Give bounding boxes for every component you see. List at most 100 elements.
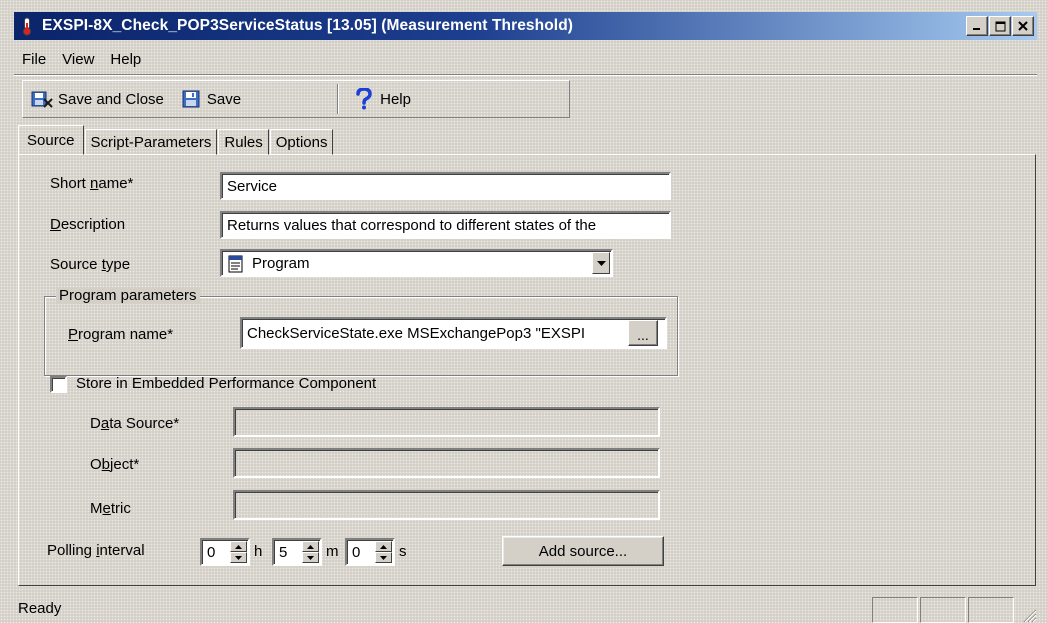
program-parameters-title: Program parameters bbox=[56, 287, 200, 304]
description-value: Returns values that correspond to differ… bbox=[227, 217, 597, 234]
arrow-up-icon bbox=[307, 544, 314, 549]
minutes-up-button[interactable] bbox=[302, 541, 319, 552]
toolbar-divider bbox=[337, 84, 340, 114]
object-label-accel: b bbox=[101, 456, 111, 473]
minimize-button[interactable] bbox=[966, 16, 988, 36]
toolbar: Save and Close Save Help bbox=[22, 80, 570, 118]
close-icon bbox=[1018, 21, 1028, 31]
save-and-close-label: Save and Close bbox=[58, 90, 164, 108]
arrow-up-icon bbox=[235, 544, 242, 549]
maximize-icon bbox=[995, 21, 1005, 31]
polling-label-b: nterval bbox=[99, 542, 145, 559]
menu-view[interactable]: View bbox=[54, 48, 102, 71]
resize-grip-icon[interactable] bbox=[1021, 607, 1037, 623]
maximize-button[interactable] bbox=[989, 16, 1011, 36]
toolbar-separator bbox=[14, 74, 1037, 76]
status-bar: Ready bbox=[14, 594, 1037, 623]
menu-file[interactable]: File bbox=[18, 48, 54, 71]
short-name-label-a: Short bbox=[50, 175, 91, 192]
hours-value: 0 bbox=[207, 544, 216, 561]
arrow-up-icon bbox=[380, 544, 387, 549]
store-embedded-checkbox[interactable] bbox=[50, 376, 67, 393]
help-label: Help bbox=[380, 90, 411, 108]
hours-down-button[interactable] bbox=[230, 552, 247, 563]
data-source-label-b: ta Source* bbox=[109, 415, 180, 432]
description-label: Description bbox=[50, 216, 125, 233]
minutes-value: 5 bbox=[279, 544, 288, 561]
seconds-spinner[interactable]: 0 bbox=[345, 538, 395, 566]
program-name-label-b: rogram name* bbox=[78, 326, 174, 343]
status-pane-3 bbox=[968, 597, 1014, 623]
short-name-label-b: ame* bbox=[98, 175, 134, 192]
seconds-spin-buttons bbox=[375, 541, 392, 563]
title-bar[interactable]: EXSPI-8X_Check_POP3ServiceStatus [13.05]… bbox=[14, 12, 1037, 40]
hours-spinner[interactable]: 0 bbox=[200, 538, 250, 566]
tab-source[interactable]: Source bbox=[18, 125, 84, 155]
object-label: Object* bbox=[90, 456, 139, 473]
hours-up-button[interactable] bbox=[230, 541, 247, 552]
metric-label-b: tric bbox=[110, 500, 131, 517]
source-type-label: Source type bbox=[50, 256, 130, 273]
data-source-label: Data Source* bbox=[90, 415, 179, 432]
floppy-disk-icon bbox=[180, 88, 202, 110]
app-window: EXSPI-8X_Check_POP3ServiceStatus [13.05]… bbox=[0, 0, 1047, 623]
chevron-down-icon bbox=[596, 260, 606, 266]
data-source-input[interactable] bbox=[233, 407, 660, 437]
metric-label-accel: e bbox=[102, 500, 111, 517]
seconds-up-button[interactable] bbox=[375, 541, 392, 552]
polling-interval-label: Polling interval bbox=[47, 542, 145, 559]
hours-spin-buttons bbox=[230, 541, 247, 563]
object-input[interactable] bbox=[233, 448, 660, 478]
dropdown-arrow-button[interactable] bbox=[592, 252, 610, 274]
help-icon bbox=[353, 88, 375, 110]
hours-unit: h bbox=[254, 543, 263, 560]
save-button[interactable]: Save bbox=[172, 84, 249, 114]
description-label-b: escription bbox=[60, 216, 126, 233]
program-document-icon bbox=[228, 255, 244, 275]
data-source-label-accel: a bbox=[100, 415, 110, 432]
menu-help[interactable]: Help bbox=[102, 48, 149, 71]
status-pane-1 bbox=[872, 597, 918, 623]
minutes-unit: m bbox=[326, 543, 339, 560]
arrow-down-icon bbox=[235, 555, 242, 560]
short-name-input[interactable]: Service bbox=[220, 172, 671, 200]
source-type-label-a: Source bbox=[50, 256, 102, 273]
save-and-close-icon bbox=[31, 88, 53, 110]
tab-rules[interactable]: Rules bbox=[218, 129, 269, 155]
object-label-a: O bbox=[90, 456, 102, 473]
source-type-combobox[interactable]: Program bbox=[220, 249, 613, 277]
source-type-value: Program bbox=[252, 255, 310, 272]
status-pane-2 bbox=[920, 597, 966, 623]
description-input[interactable]: Returns values that correspond to differ… bbox=[220, 211, 671, 239]
save-label: Save bbox=[206, 90, 242, 108]
thermometer-icon bbox=[18, 16, 36, 36]
tab-script-parameters[interactable]: Script-Parameters bbox=[84, 129, 218, 155]
save-and-close-button[interactable]: Save and Close bbox=[23, 84, 172, 114]
minutes-down-button[interactable] bbox=[302, 552, 319, 563]
seconds-down-button[interactable] bbox=[375, 552, 392, 563]
browse-button[interactable]: ... bbox=[628, 320, 658, 346]
store-embedded-label[interactable]: Store in Embedded Performance Component bbox=[76, 375, 376, 392]
metric-input[interactable] bbox=[233, 490, 660, 520]
metric-label-a: M bbox=[90, 500, 103, 517]
minutes-spin-buttons bbox=[302, 541, 319, 563]
help-button[interactable]: Help bbox=[345, 84, 419, 114]
minimize-icon bbox=[973, 28, 980, 30]
tab-strip: Source Script-Parameters Rules Options bbox=[18, 125, 334, 155]
add-source-button[interactable]: Add source... bbox=[502, 536, 664, 566]
tab-options[interactable]: Options bbox=[269, 129, 334, 155]
seconds-value: 0 bbox=[352, 544, 361, 561]
close-button[interactable] bbox=[1012, 16, 1034, 36]
description-label-accel: D bbox=[50, 216, 61, 233]
menu-bar: File View Help bbox=[18, 48, 149, 71]
data-source-label-a: D bbox=[90, 415, 101, 432]
short-name-value: Service bbox=[227, 178, 278, 195]
status-text: Ready bbox=[18, 600, 62, 617]
minutes-spinner[interactable]: 5 bbox=[272, 538, 322, 566]
program-name-label: Program name* bbox=[68, 326, 173, 343]
metric-label: Metric bbox=[90, 500, 131, 517]
object-label-b: ject* bbox=[110, 456, 140, 473]
program-name-label-accel: P bbox=[68, 326, 79, 343]
polling-label-a: Polling bbox=[47, 542, 97, 559]
program-name-input[interactable]: CheckServiceState.exe MSExchangePop3 "EX… bbox=[240, 317, 667, 349]
